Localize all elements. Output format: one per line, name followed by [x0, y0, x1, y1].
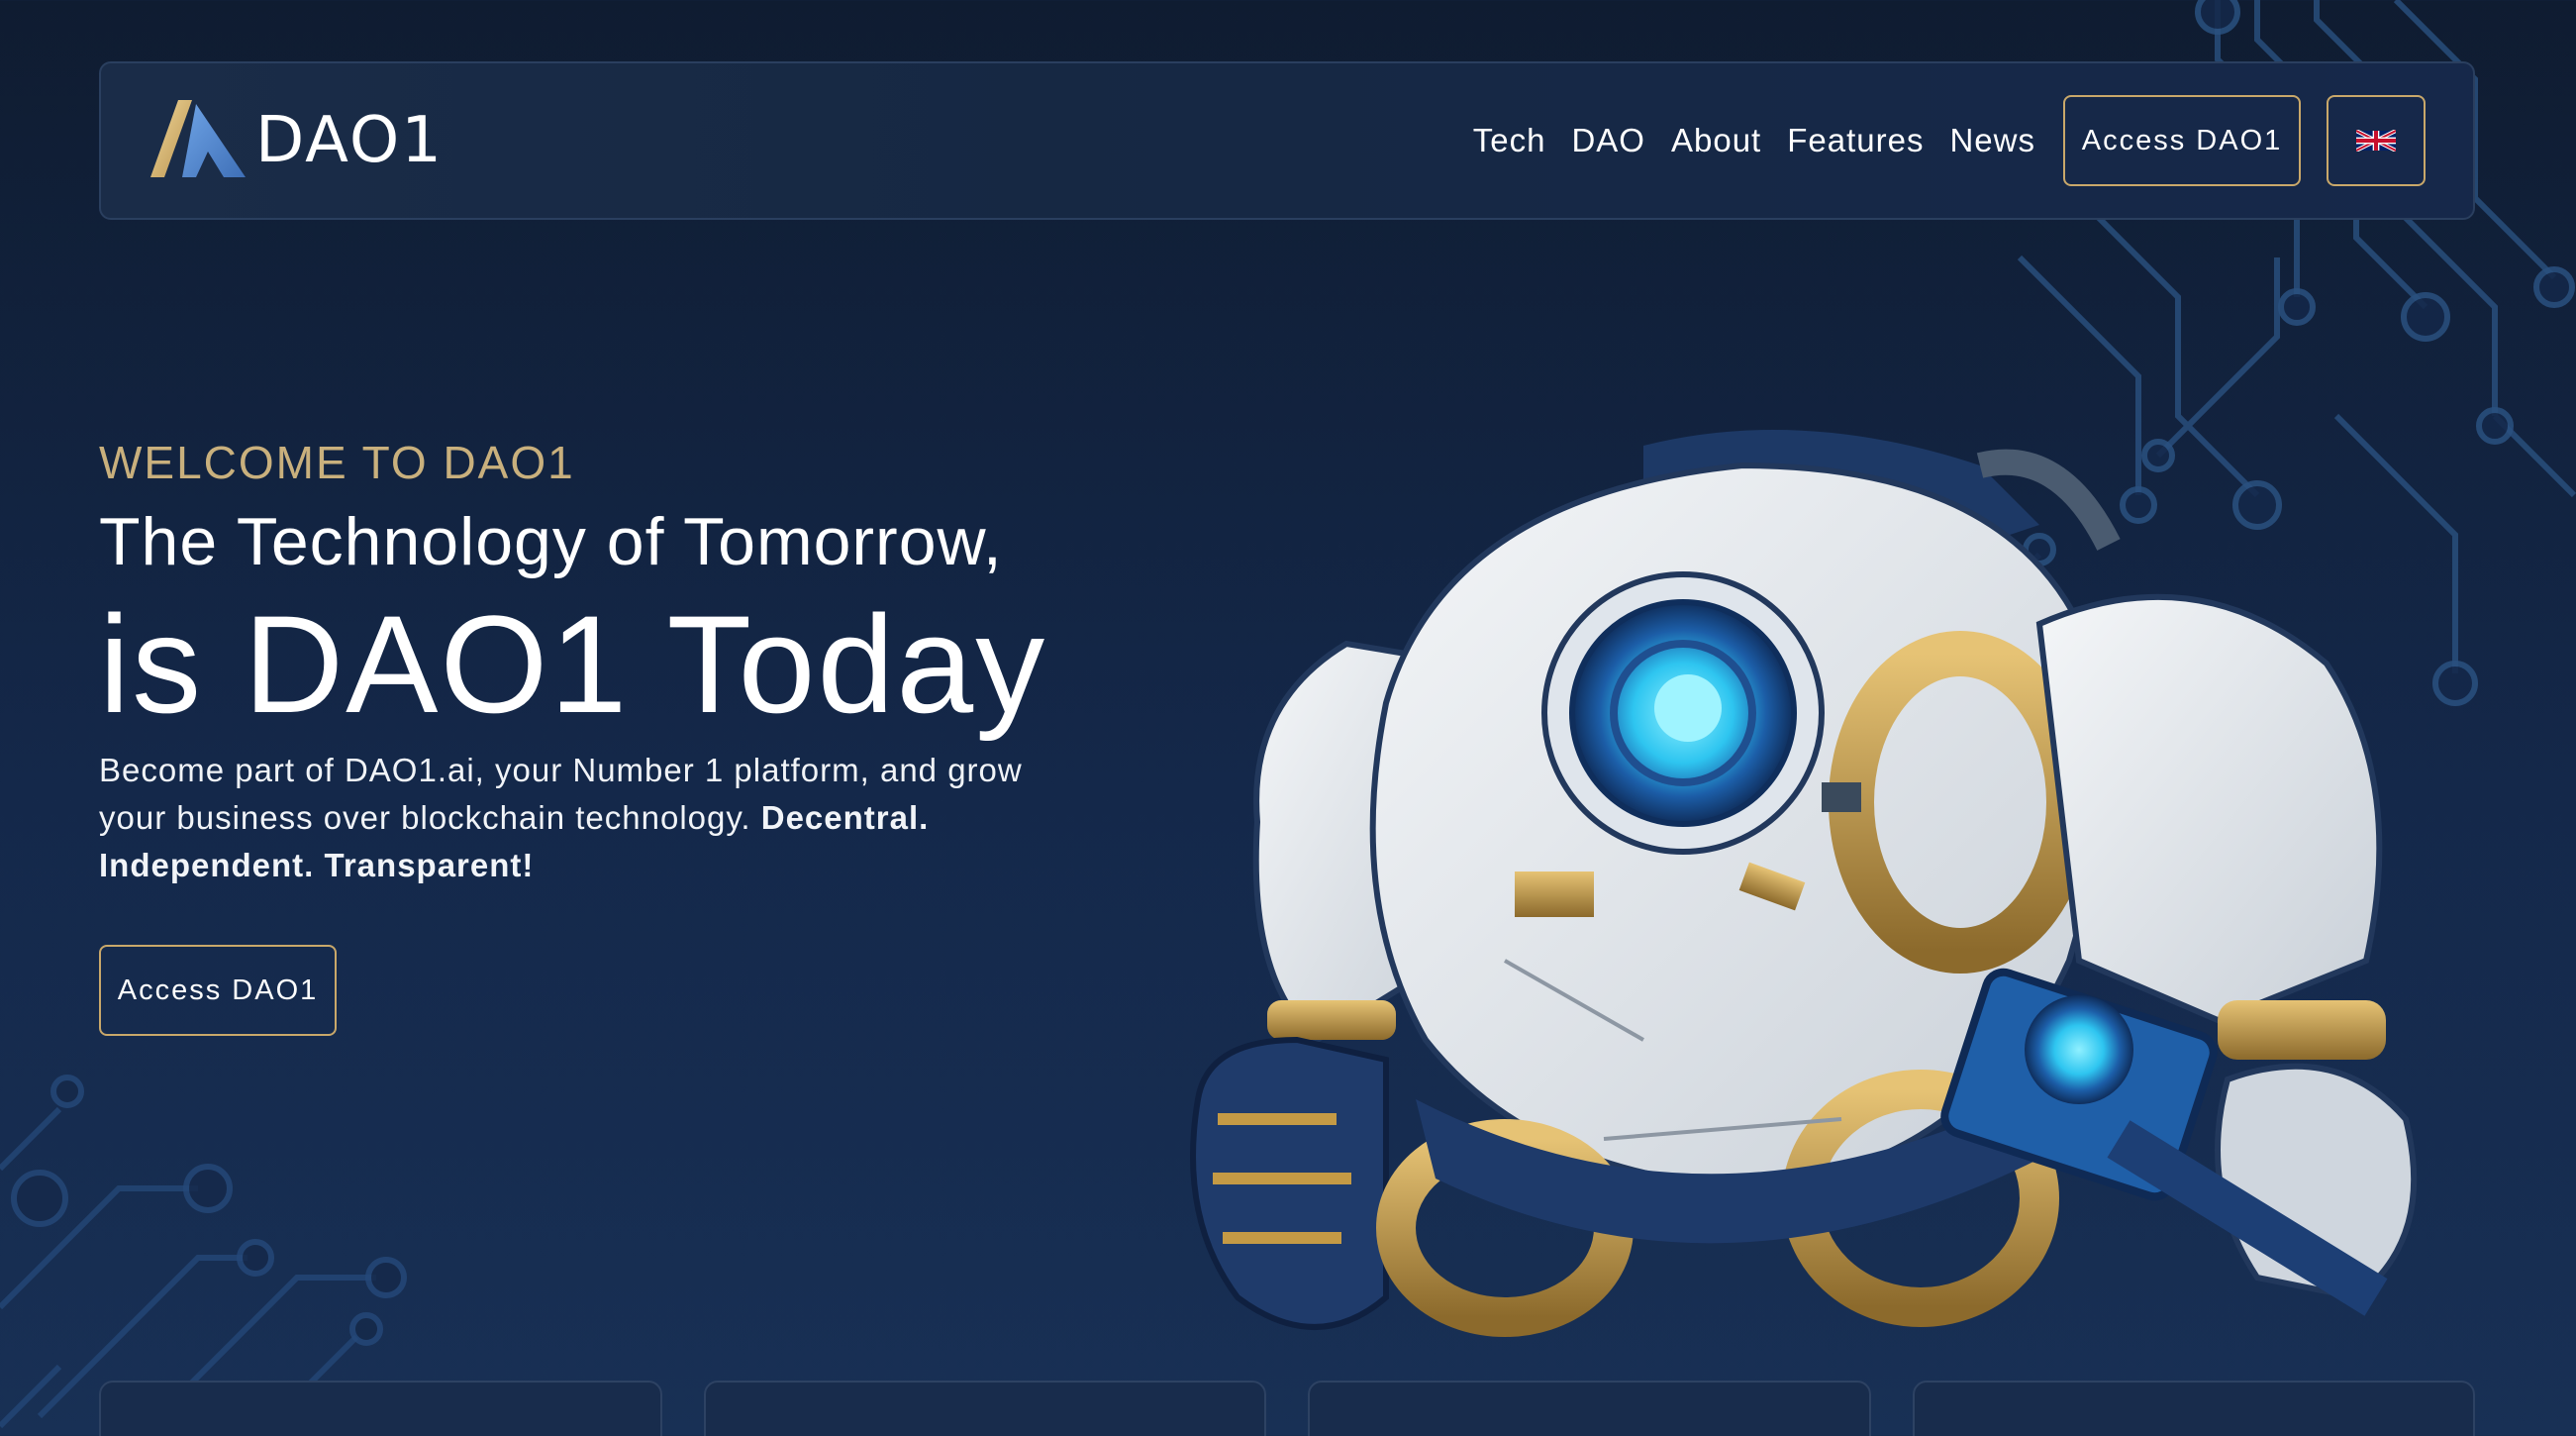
hero-headline-line2: is DAO1 Today	[99, 586, 1047, 742]
nav-links: Tech DAO About Features News Access DAO1	[1473, 95, 2426, 186]
nav-link-features[interactable]: Features	[1787, 122, 1924, 159]
logo[interactable]: DAO1	[149, 100, 444, 181]
dao1-logo-icon	[150, 100, 246, 177]
uk-flag-icon	[2356, 130, 2396, 152]
navbar: DAO1 Tech DAO About Features News Access…	[99, 61, 2475, 220]
nav-access-button[interactable]: Access DAO1	[2063, 95, 2301, 186]
nav-link-about[interactable]: About	[1671, 122, 1761, 159]
hero-eyebrow: WELCOME TO DAO1	[99, 437, 575, 488]
feature-card-3[interactable]	[1308, 1381, 1871, 1436]
hero-description: Become part of DAO1.ai, your Number 1 pl…	[99, 747, 1089, 889]
hero-text: WELCOME TO DAO1 The Technology of Tomorr…	[99, 436, 1089, 1036]
logo-text: DAO1	[255, 104, 444, 177]
robot-illustration	[1190, 430, 2418, 1337]
feature-card-4[interactable]	[1912, 1381, 2475, 1436]
nav-link-dao[interactable]: DAO	[1571, 122, 1645, 159]
feature-cards	[99, 1381, 2475, 1436]
nav-link-tech[interactable]: Tech	[1473, 122, 1546, 159]
nav-link-news[interactable]: News	[1949, 122, 2035, 159]
circuit-decoration-left	[0, 1075, 407, 1436]
feature-card-2[interactable]	[703, 1381, 1266, 1436]
hero-access-button[interactable]: Access DAO1	[99, 945, 337, 1036]
language-button[interactable]	[2327, 95, 2426, 186]
hero-headline-line1: The Technology of Tomorrow,	[99, 504, 1003, 579]
feature-card-1[interactable]	[99, 1381, 662, 1436]
